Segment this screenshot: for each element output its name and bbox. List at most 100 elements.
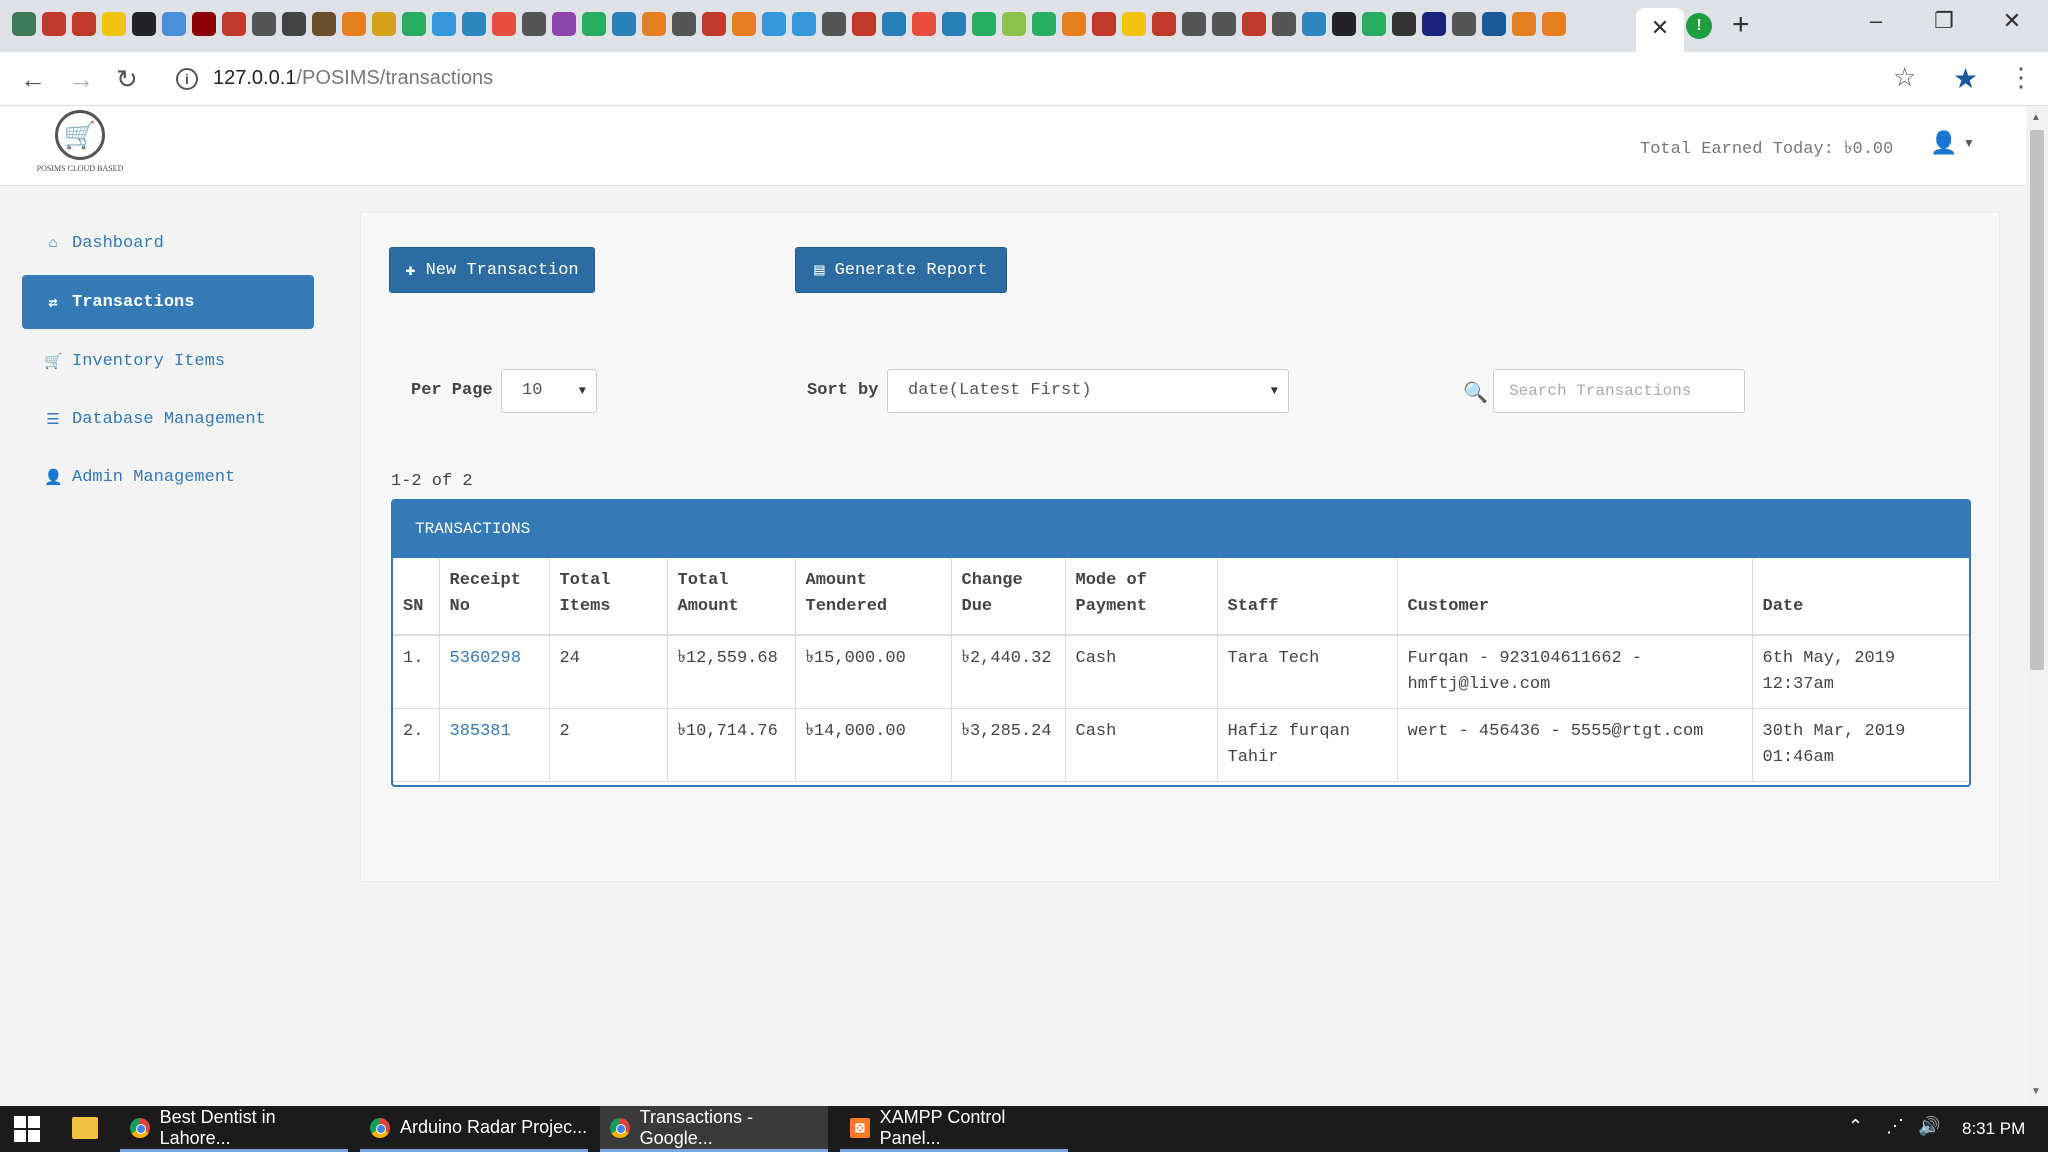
close-window-icon[interactable]: ✕ [1992, 8, 2032, 34]
back-icon[interactable]: ← [20, 64, 46, 94]
reload-icon[interactable]: ↻ [116, 64, 138, 94]
network-icon[interactable]: ⋰ [1886, 1116, 1904, 1137]
tab-favicon[interactable]: ! [1686, 13, 1712, 39]
forward-icon[interactable]: → [68, 64, 94, 94]
receipt-link[interactable]: 5360298 [450, 649, 521, 668]
tab-favicon-icon[interactable] [1092, 12, 1116, 36]
volume-icon[interactable]: 🔊 [1918, 1116, 1940, 1137]
tab-favicon-icon[interactable] [192, 12, 216, 36]
taskbar-item-chrome-transactions[interactable]: Transactions - Google... [600, 1106, 828, 1152]
tab-favicon-icon[interactable] [402, 12, 426, 36]
tab-favicon-icon[interactable] [282, 12, 306, 36]
tab-favicon-icon[interactable] [42, 12, 66, 36]
site-info-icon[interactable]: i [176, 68, 198, 90]
tab-favicon-icon[interactable] [912, 12, 936, 36]
tab-favicon-icon[interactable] [1482, 12, 1506, 36]
tab-favicon-icon[interactable] [1512, 12, 1536, 36]
sidebar-item-admin-management[interactable]: 👤 Admin Management [22, 450, 314, 504]
clock-time[interactable]: 8:31 PM [1962, 1119, 2025, 1139]
tab-favicon-icon[interactable] [1542, 12, 1566, 36]
file-explorer-icon[interactable] [72, 1117, 98, 1139]
tab-favicon-icon[interactable] [852, 12, 876, 36]
receipt-link[interactable]: 385381 [450, 722, 511, 741]
tab-favicon-icon[interactable] [1152, 12, 1176, 36]
tab-favicon-icon[interactable] [1362, 12, 1386, 36]
app-logo[interactable]: 🛒 POSIMS CLOUD BASED [30, 110, 130, 178]
scroll-up-icon[interactable]: ▲ [2031, 112, 2041, 123]
tab-favicon-icon[interactable] [1332, 12, 1356, 36]
taskbar-item-chrome-dentist[interactable]: Best Dentist in Lahore... [120, 1106, 348, 1152]
tab-favicon-icon[interactable] [1062, 12, 1086, 36]
tab-favicon-icon[interactable] [342, 12, 366, 36]
sidebar-item-database-management[interactable]: ☰ Database Management [22, 392, 314, 446]
bookmark-star-icon[interactable]: ☆ [1893, 62, 1916, 93]
user-dropdown-caret-icon[interactable]: ▼ [1963, 136, 1975, 150]
tab-favicon-icon[interactable] [822, 12, 846, 36]
tab-favicon-icon[interactable] [702, 12, 726, 36]
tray-chevron-up-icon[interactable]: ⌃ [1848, 1116, 1863, 1137]
new-transaction-button[interactable]: ✚ New Transaction [389, 247, 595, 293]
tab-favicon-icon[interactable] [432, 12, 456, 36]
new-tab-button[interactable]: + [1732, 8, 1750, 42]
minimize-icon[interactable]: – [1856, 8, 1896, 34]
tab-favicon-icon[interactable] [522, 12, 546, 36]
tab-favicon-icon[interactable] [12, 12, 36, 36]
sort-by-select[interactable]: date(Latest First) ▼ [887, 369, 1289, 413]
tab-favicon-icon[interactable] [612, 12, 636, 36]
browser-menu-icon[interactable]: ⋮ [2008, 62, 2034, 93]
tab-favicon-icon[interactable] [582, 12, 606, 36]
tab-favicon-icon[interactable] [252, 12, 276, 36]
col-header-total-items[interactable]: Total Items [549, 558, 668, 636]
tab-favicon-icon[interactable] [942, 12, 966, 36]
tab-favicon-icon[interactable] [1212, 12, 1236, 36]
col-header-amount-tendered[interactable]: Amount Tendered [795, 558, 952, 636]
scroll-down-icon[interactable]: ▼ [2031, 1086, 2041, 1097]
tab-favicon-icon[interactable] [1242, 12, 1266, 36]
tab-favicon-icon[interactable] [1272, 12, 1296, 36]
tab-favicon-icon[interactable] [312, 12, 336, 36]
tab-favicon-icon[interactable] [462, 12, 486, 36]
tab-favicon-icon[interactable] [132, 12, 156, 36]
tab-favicon-icon[interactable] [1122, 12, 1146, 36]
tab-favicon-icon[interactable] [102, 12, 126, 36]
sidebar-item-dashboard[interactable]: ⌂ Dashboard [22, 216, 314, 270]
tab-favicon-icon[interactable] [552, 12, 576, 36]
tab-favicon-icon[interactable] [1032, 12, 1056, 36]
tab-favicon-icon[interactable] [732, 12, 756, 36]
col-header-staff[interactable]: Staff [1217, 558, 1398, 636]
tab-favicon-icon[interactable] [1002, 12, 1026, 36]
search-transactions-input[interactable] [1493, 369, 1745, 413]
tab-favicon-icon[interactable] [1422, 12, 1446, 36]
tab-favicon-icon[interactable] [1302, 12, 1326, 36]
close-tab-icon[interactable]: ✕ [1651, 15, 1669, 40]
page-scrollbar[interactable]: ▲ ▼ [2026, 106, 2048, 1106]
taskbar-item-chrome-arduino[interactable]: Arduino Radar Projec... [360, 1106, 588, 1152]
col-header-mode-of-payment[interactable]: Mode of Payment [1065, 558, 1218, 636]
sidebar-item-inventory-items[interactable]: 🛒 Inventory Items [22, 334, 314, 388]
col-header-total-amount[interactable]: Total Amount [667, 558, 796, 636]
col-header-change-due[interactable]: Change Due [951, 558, 1066, 636]
tab-favicon-icon[interactable] [792, 12, 816, 36]
tab-favicon-icon[interactable] [162, 12, 186, 36]
tab-favicon-icon[interactable] [492, 12, 516, 36]
tab-favicon-icon[interactable] [222, 12, 246, 36]
user-icon[interactable]: 👤 [1930, 130, 1957, 156]
col-header-date[interactable]: Date [1752, 558, 1969, 636]
col-header-sn[interactable]: SN [393, 558, 440, 636]
tab-favicon-icon[interactable] [972, 12, 996, 36]
tab-favicon-icon[interactable] [642, 12, 666, 36]
scrollbar-thumb[interactable] [2030, 130, 2044, 670]
tab-favicon-icon[interactable] [672, 12, 696, 36]
tab-favicon-icon[interactable] [72, 12, 96, 36]
extension-icon[interactable]: ★ [1953, 62, 1978, 95]
windows-start-icon[interactable] [14, 1116, 40, 1142]
tab-favicon-icon[interactable] [882, 12, 906, 36]
col-header-receipt-no[interactable]: Receipt No [439, 558, 550, 636]
sidebar-item-transactions[interactable]: ⇄ Transactions [22, 275, 314, 329]
tab-favicon-icon[interactable] [762, 12, 786, 36]
generate-report-button[interactable]: ▤ Generate Report [795, 247, 1007, 293]
tab-favicon-icon[interactable] [1452, 12, 1476, 36]
tab-favicon-icon[interactable] [1182, 12, 1206, 36]
per-page-select[interactable]: 10 ▼ [501, 369, 597, 413]
tab-favicon-icon[interactable] [372, 12, 396, 36]
